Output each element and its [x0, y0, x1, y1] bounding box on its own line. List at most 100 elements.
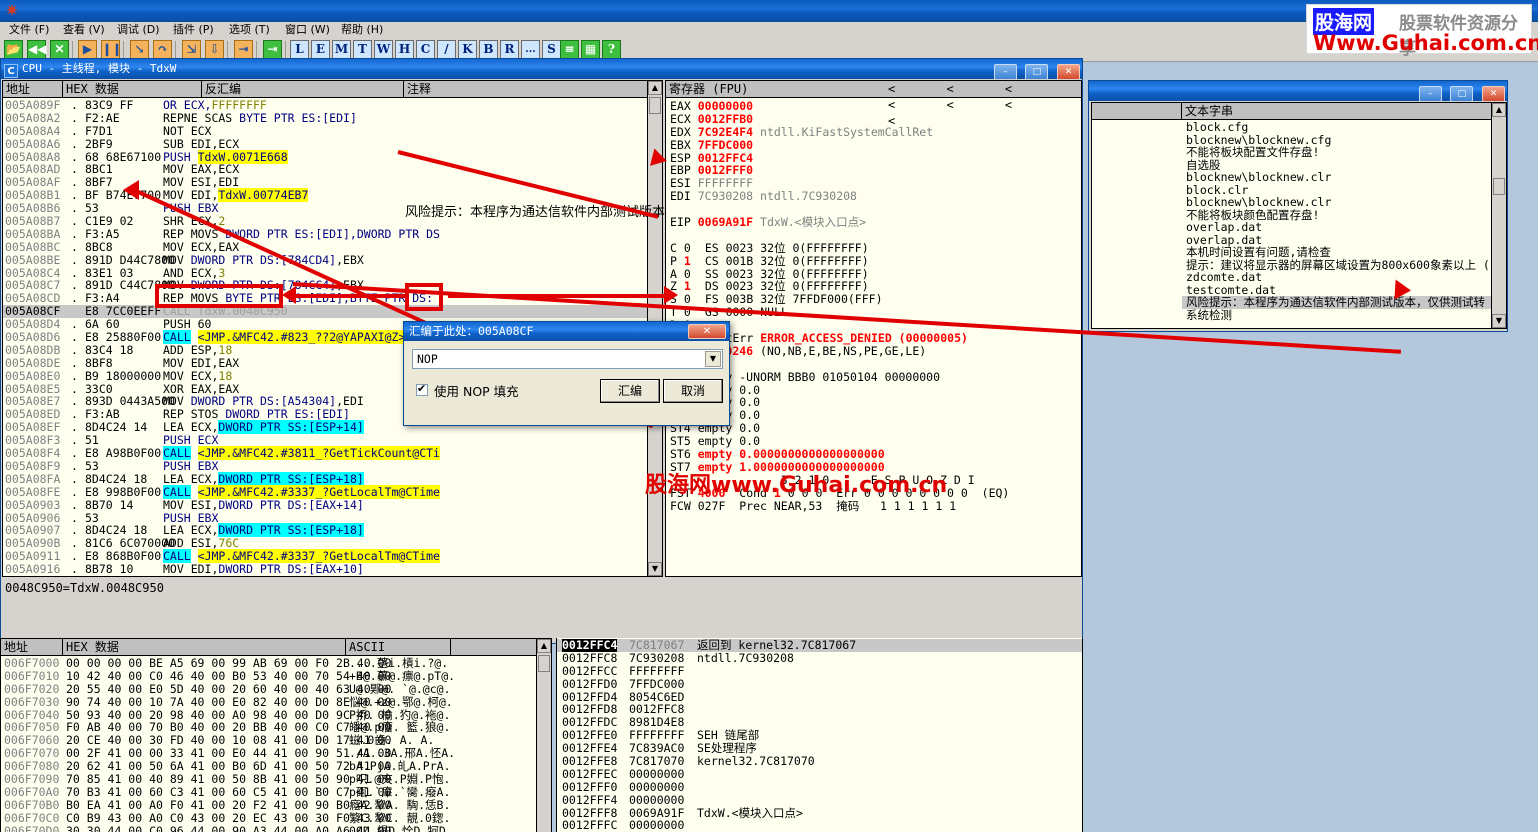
stack-row[interactable]: 0012FFEC 00000000: [557, 768, 1082, 781]
toolbar-btn-L[interactable]: L: [290, 40, 309, 59]
toolbar-btn-slash[interactable]: /: [437, 40, 456, 59]
assemble-instruction-input[interactable]: NOP: [417, 352, 438, 366]
dump-rows[interactable]: 006F7000 00 00 00 00 BE A5 69 00 99 AB 69…: [1, 657, 551, 832]
dump-col-address[interactable]: 地址: [1, 639, 63, 655]
open-folder-icon[interactable]: 📂: [4, 40, 23, 59]
stack-row[interactable]: 0012FFF4 00000000: [557, 793, 1082, 807]
disassembly-row[interactable]: 005A0903. 8B70 14 MOV ESI,DWORD PTR DS:[EA…: [3, 498, 662, 512]
col-address[interactable]: 地址: [3, 81, 63, 97]
menu-file[interactable]: 文件 (F): [4, 22, 54, 38]
chevron-down-icon[interactable]: ▼: [705, 351, 721, 367]
toolbar-btn-more[interactable]: ...: [521, 40, 540, 59]
disassembly-row[interactable]: 005A08F4. E8 A98B0F00 CALL <JMP.&MFC42.#38…: [3, 446, 662, 461]
string-row[interactable]: overlap.dat: [1182, 221, 1506, 234]
menu-options[interactable]: 选项 (T): [224, 22, 275, 38]
scroll-thumb[interactable]: [649, 97, 661, 114]
dump-row[interactable]: 006F7010 10 42 40 00 C0 46 40 00 B0 53 40…: [1, 669, 551, 683]
disassembly-row[interactable]: 005A08FA. 8D4C24 18 LEA ECX,DWORD PTR SS:[…: [3, 471, 662, 486]
dump-row[interactable]: 006F7030 90 74 40 00 10 7A 40 00 E0 82 40…: [1, 695, 551, 709]
dump-row[interactable]: 006F7020 20 55 40 00 E0 5D 40 00 20 60 40…: [1, 682, 551, 696]
col-hex-data[interactable]: HEX 数据: [63, 81, 202, 97]
disassembly-row[interactable]: 005A08A2. F2:AE REPNE SCAS BYTE PTR ES:[ED…: [3, 111, 662, 125]
strings-col-blank[interactable]: [1092, 103, 1182, 119]
string-row[interactable]: 系统检测: [1182, 308, 1506, 322]
assemble-dialog-titlebar[interactable]: 汇编于此处：005A08CF: [404, 322, 729, 341]
cpu-window-titlebar[interactable]: C CPU - 主线程, 模块 - TdxW – □ ✕: [1, 59, 1082, 79]
step-over-icon[interactable]: ↷: [153, 40, 172, 59]
dump-row[interactable]: 006F7000 00 00 00 00 BE A5 69 00 99 AB 69…: [1, 657, 551, 670]
execute-till-return-icon[interactable]: ⇥: [234, 40, 253, 59]
list-icon[interactable]: ≡: [560, 40, 579, 59]
string-row[interactable]: 风险提示：本程序为通达信软件内部测试版本，仅供测试转: [1182, 296, 1506, 309]
stack-row[interactable]: 0012FFFC 00000000: [557, 819, 1082, 832]
toolbar-btn-B[interactable]: B: [479, 40, 498, 59]
strings-scroll-down-arrow-icon[interactable]: ▼: [1492, 314, 1506, 328]
memory-dump-pane[interactable]: 地址 HEX 数据 ASCII 006F7000 00 00 00 00 BE A…: [0, 638, 552, 832]
stack-row[interactable]: 0012FFE8 7C817070 kernel32.7C817070: [557, 755, 1082, 768]
menu-view[interactable]: 查看 (V): [58, 22, 110, 38]
toolbar-btn-E[interactable]: E: [311, 40, 330, 59]
dump-col-extra[interactable]: [451, 639, 537, 655]
goto-icon[interactable]: ⇥: [263, 40, 282, 59]
strings-list-pane[interactable]: 文本字串 block.cfg blocknew\blocknew.cfg 不能将板块…: [1091, 102, 1507, 329]
disassembly-row[interactable]: 005A08BE. 891D D44C7800 MOV DWORD PTR DS:[…: [3, 253, 662, 267]
toolbar-btn-H[interactable]: H: [395, 40, 414, 59]
toolbar-btn-S[interactable]: S: [542, 40, 561, 59]
help-icon[interactable]: ?: [602, 40, 621, 59]
strings-maximize-button[interactable]: □: [1450, 86, 1474, 101]
menubar[interactable]: 文件 (F) 查看 (V) 调试 (D) 插件 (P) 选项 (T) 窗口 (W…: [0, 22, 1538, 38]
register-row-efl[interactable]: EFL 00000246 (NO,NB,E,BE,NS,PE,GE,LE): [670, 344, 1079, 358]
disassembly-row[interactable]: 005A08A6. 2BF9 SUB EDI,ECX: [3, 137, 662, 151]
string-row[interactable]: block.cfg: [1182, 121, 1506, 134]
string-row[interactable]: blocknew\blocknew.clr: [1182, 171, 1506, 184]
string-row[interactable]: 不能将板块配置文件存盘!: [1182, 146, 1506, 159]
toolbar-btn-C[interactable]: C: [416, 40, 435, 59]
cancel-button[interactable]: 取消: [663, 379, 723, 403]
nop-fill-checkbox[interactable]: [416, 382, 428, 396]
stack-row[interactable]: 0012FFC8 7C930208 ntdll.7C930208: [557, 651, 1082, 665]
pause-icon[interactable]: ❙❙: [101, 40, 122, 59]
stack-row[interactable]: 0012FFC4 7C817067 返回到 kernel32.7C817067: [557, 639, 1082, 652]
toolbar-btn-R[interactable]: R: [500, 40, 519, 59]
strings-rows[interactable]: block.cfg blocknew\blocknew.cfg 不能将板块配置文件存…: [1182, 121, 1506, 321]
dump-col-hex[interactable]: HEX 数据: [63, 639, 346, 655]
string-row[interactable]: zdcomte.dat: [1182, 271, 1506, 284]
strings-close-button[interactable]: ✕: [1482, 86, 1505, 101]
dump-row[interactable]: 006F70C0 C0 B9 43 00 A0 C0 43 00 20 EC 43…: [1, 811, 551, 825]
scroll-down-arrow-icon[interactable]: ▼: [648, 562, 662, 576]
trace-into-icon[interactable]: ⇲: [182, 40, 201, 59]
dump-row[interactable]: 006F70D0 30 30 44 00 C0 96 44 00 90 A3 44…: [1, 824, 551, 832]
stack-rows[interactable]: 0012FFC4 7C817067 返回到 kernel32.7C817067 001…: [557, 639, 1082, 832]
restart-icon[interactable]: ◀◀: [27, 40, 46, 59]
dump-scroll-thumb[interactable]: [538, 655, 550, 672]
toolbar-btn-M[interactable]: M: [332, 40, 351, 59]
disassembly-row[interactable]: 005A0919. 53 PUSH EBX: [3, 576, 662, 577]
menu-debug[interactable]: 调试 (D): [112, 22, 165, 38]
cpu-maximize-button[interactable]: □: [1025, 64, 1049, 79]
disassembly-row[interactable]: 005A08A4. F7D1 NOT ECX: [3, 124, 662, 138]
dump-row[interactable]: 006F70B0 B0 EA 41 00 A0 F0 41 00 20 F2 41…: [1, 798, 551, 812]
cpu-close-button[interactable]: ✕: [1057, 64, 1080, 79]
scroll-up-arrow-icon[interactable]: ▲: [648, 81, 662, 95]
registers-body[interactable]: EAX 00000000 ECX 0012FFB0 EDX 7C92E4F4 n…: [670, 100, 1079, 513]
register-row-edi[interactable]: EDI 7C930208 ntdll.7C930208: [670, 190, 1079, 203]
dump-scroll-up-arrow-icon[interactable]: ▲: [537, 639, 551, 653]
strings-window-titlebar[interactable]: – □ ✕: [1089, 81, 1507, 101]
stack-row[interactable]: 0012FFF0 00000000: [557, 780, 1082, 794]
assemble-instruction-combo[interactable]: NOP ▼: [412, 349, 723, 369]
col-comment[interactable]: 注释: [404, 81, 649, 97]
colors-icon[interactable]: ▦: [581, 40, 600, 59]
disassembly-row[interactable]: 005A08BA. F3:A5 REP MOVS DWORD PTR ES:[EDI…: [3, 227, 662, 241]
dump-row[interactable]: 006F7090 70 85 41 00 40 89 41 00 50 8B 41…: [1, 773, 551, 786]
toolbar-btn-T[interactable]: T: [353, 40, 372, 59]
strings-minimize-button[interactable]: –: [1418, 86, 1442, 101]
assemble-button[interactable]: 汇编: [600, 379, 660, 403]
fcw-row[interactable]: FCW 027F Prec NEAR,53 掩码 1 1 1 1 1 1: [670, 499, 1079, 513]
trace-over-icon[interactable]: ⇩: [205, 40, 224, 59]
fst-row[interactable]: FST 4000 Cond 1 0 0 0 Err 0 0 0 0 0 0 0 …: [670, 486, 1079, 500]
menu-help[interactable]: 帮助 (H): [336, 22, 388, 38]
menu-window[interactable]: 窗口 (W): [280, 22, 335, 38]
col-disassembly[interactable]: 反汇编: [202, 81, 404, 97]
disassembly-row[interactable]: 005A08F9. 53 PUSH EBX: [3, 459, 662, 473]
close-icon[interactable]: ✕: [50, 40, 69, 59]
